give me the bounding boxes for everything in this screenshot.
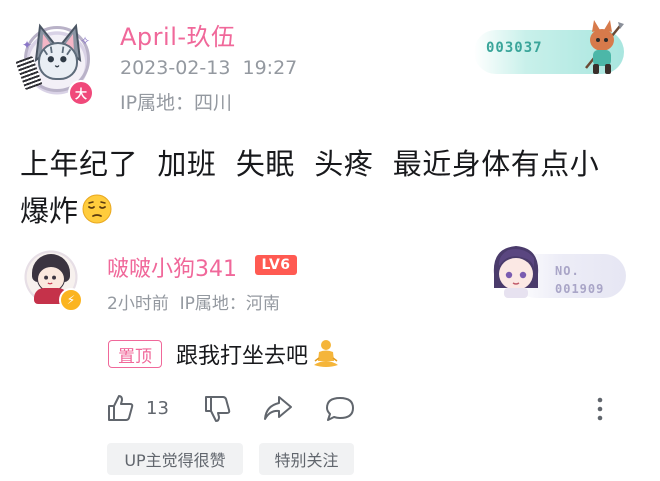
fan-badge-label: NO. <box>555 264 580 278</box>
fan-badge-number: 003037 <box>486 40 543 56</box>
share-icon[interactable] <box>262 394 294 422</box>
reply-meta: 2小时前 IP属地：河南 <box>107 294 280 314</box>
reply-fan-badge-card[interactable]: NO. 001909 <box>484 238 634 302</box>
author-name[interactable]: April-玖伍 <box>120 17 236 52</box>
avatar-badge: 大 <box>68 80 94 106</box>
like-count: 13 <box>146 398 169 419</box>
fan-badge-character-icon <box>585 20 624 74</box>
pinned-tag: 置顶 <box>108 340 162 368</box>
fan-badge-card[interactable]: 003037 <box>474 20 634 78</box>
up-liked-tag: UP主觉得很赞 <box>107 443 243 475</box>
sparkle-icon: ✧ <box>80 34 91 48</box>
fan-badge-number: 001909 <box>555 282 605 296</box>
thumbs-up-icon[interactable] <box>105 393 135 423</box>
post-ip-location: IP属地：四川 <box>120 92 233 114</box>
post-content-line2: 爆炸 <box>20 188 113 230</box>
more-vertical-icon[interactable] <box>594 394 606 424</box>
meditating-person-emoji-icon <box>314 340 339 367</box>
fan-badge-character-icon <box>493 246 539 298</box>
special-follow-tag: 特别关注 <box>259 443 354 475</box>
comment-icon[interactable] <box>325 395 355 423</box>
level-badge: LV6 <box>255 255 297 275</box>
reply-content-text: 跟我打坐去吧 <box>176 344 309 369</box>
reply-author-name[interactable]: 啵啵小狗341 <box>107 251 237 283</box>
post-content: 上年纪了 加班 失眠 头疼 最近身体有点小 <box>20 147 600 181</box>
lightning-badge-icon: ⚡ <box>59 288 83 312</box>
post-timestamp: 2023-02-13 19:27 <box>120 57 298 79</box>
reply-content: 跟我打坐去吧 <box>176 338 340 370</box>
thumbs-down-icon[interactable] <box>202 394 232 424</box>
sparkle-icon: ✦ <box>22 38 33 52</box>
cat-face <box>38 42 78 80</box>
post-content-text: 爆炸 <box>20 194 79 228</box>
pensive-face-emoji-icon <box>82 194 112 224</box>
